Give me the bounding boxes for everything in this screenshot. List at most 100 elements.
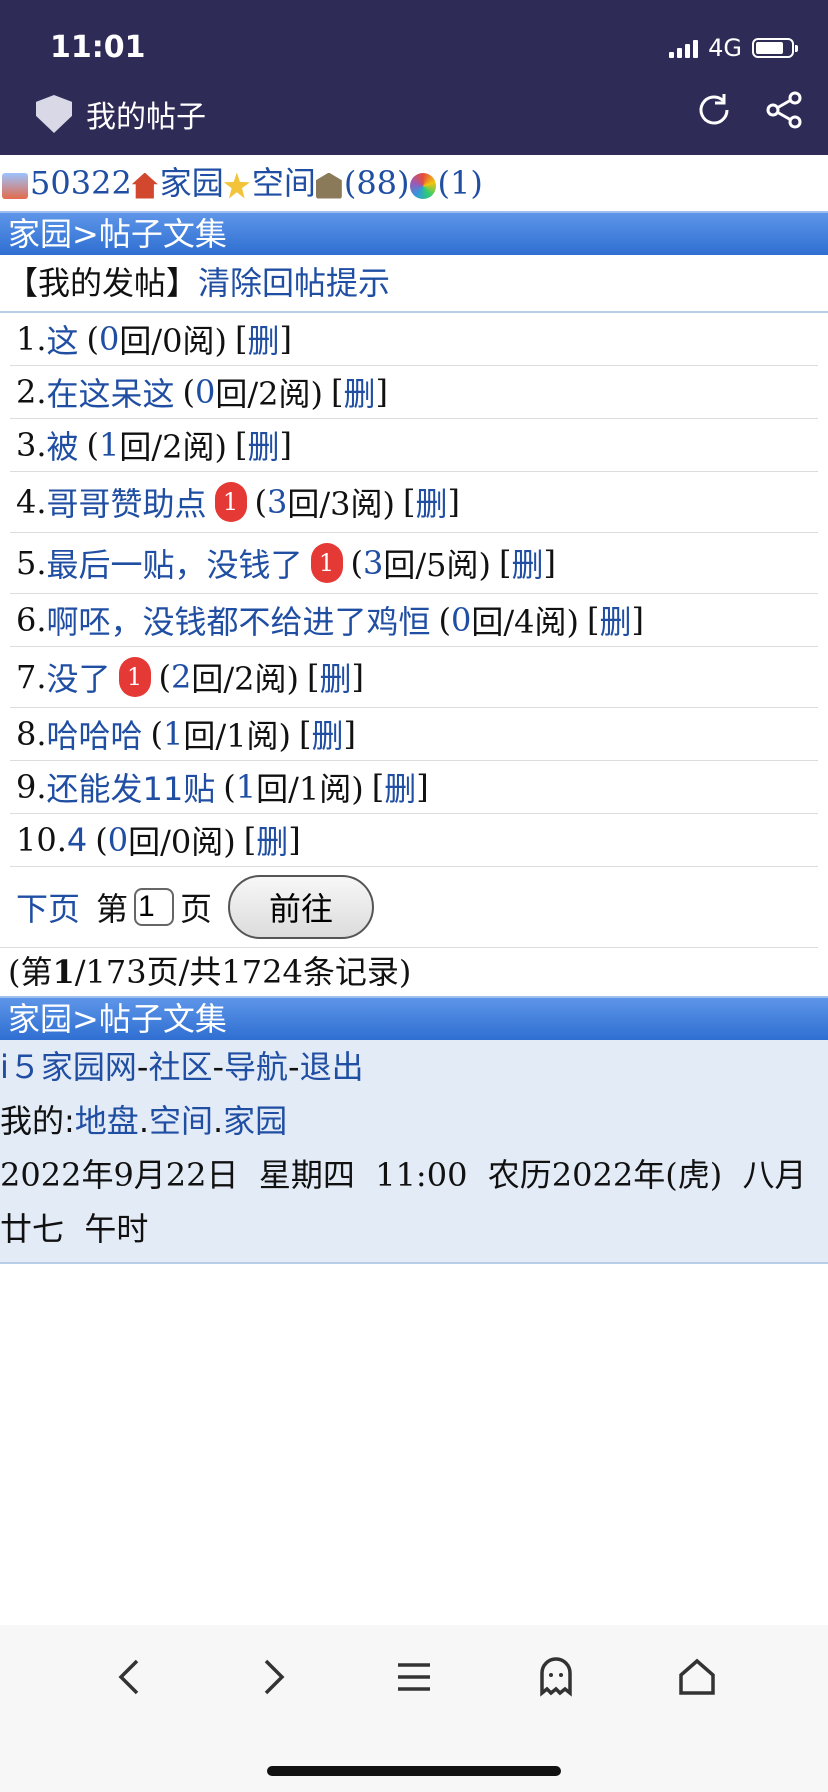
breadcrumb: 家园>帖子文集 [0,211,828,255]
post-title-link[interactable]: 没了 [47,654,111,700]
post-stats: 回/4阅) [471,603,580,641]
delete-post-link[interactable]: 删 [256,817,288,863]
delete-close: ] [447,483,461,521]
post-title-link[interactable]: 这 [47,316,79,362]
post-title-link[interactable]: 4 [67,821,87,859]
post-replies-link[interactable]: 3 [267,483,287,521]
my-posts-header: 【我的发帖】清除回帖提示 [0,255,828,313]
clear-reply-notice-link[interactable]: 清除回帖提示 [198,264,390,302]
user-id-link[interactable]: 50322 [30,164,132,202]
post-index: 3. [16,426,47,464]
page-content: 50322 家园 空间 (88) (1) 家园>帖子文集 【我的发帖】清除回帖提示 1.… [0,155,828,1264]
footer-nav: i５家园网-社区-导航-退出 [0,1048,364,1086]
post-replies-link[interactable]: 0 [451,601,471,639]
post-title-link[interactable]: 哈哈哈 [47,711,143,757]
community-link[interactable]: 社区 [148,1048,212,1086]
post-title-link[interactable]: 在这呆这 [47,369,175,415]
post-index: 5. [16,544,47,582]
my-home-link[interactable]: 家园 [223,1102,287,1140]
post-stats-open: ( [95,821,108,859]
delete-open: [ [299,715,312,753]
site-link[interactable]: i５家园网 [0,1048,137,1086]
delete-post-link[interactable]: 删 [344,369,376,415]
post-replies-link[interactable]: 0 [99,320,119,358]
post-replies-link[interactable]: 1 [236,768,256,806]
home-icon[interactable] [673,1653,721,1701]
next-page-link[interactable]: 下页 [16,884,80,930]
space-link[interactable]: 空间 [252,164,316,202]
delete-post-link[interactable]: 删 [312,711,344,757]
delete-close: ] [288,821,301,859]
building-icon [315,172,342,199]
new-reply-badge: 1 [118,657,151,697]
post-stats-open: ( [158,658,172,696]
post-replies-link[interactable]: 1 [163,715,183,753]
post-row: 6. 啊呸，没钱都不给进了鸡恒(0 回/4阅)[删] [10,594,818,647]
delete-close: ] [351,658,365,696]
post-index: 4. [16,483,47,521]
house-icon [131,172,158,199]
share-icon[interactable] [764,90,804,130]
post-replies-link[interactable]: 1 [99,426,119,464]
delete-close: ] [375,373,389,411]
post-stats-open: ( [438,601,452,639]
post-stats: 回/0阅) [128,823,236,861]
post-title-link[interactable]: 还能发11贴 [47,764,216,810]
delete-post-link[interactable]: 删 [384,764,416,810]
post-row: 9. 还能发11贴(1 回/1阅)[删] [10,761,818,814]
count-1-link[interactable]: (1) [438,164,483,202]
count-88-link[interactable]: (88) [344,164,410,202]
delete-close: ] [416,768,429,806]
home-indicator [267,1766,561,1776]
delete-open: [ [371,768,385,806]
post-stats: 回/0阅) [119,322,228,360]
delete-close: ] [279,320,293,358]
delete-post-link[interactable]: 删 [512,540,544,586]
post-row: 7. 没了 1(2 回/2阅)[删] [10,647,818,708]
refresh-icon[interactable] [694,90,734,130]
go-button[interactable]: 前往 [228,875,375,939]
post-stats-open: ( [86,426,100,464]
home-link[interactable]: 家园 [160,164,224,202]
post-replies-link[interactable]: 0 [195,373,215,411]
new-reply-badge: 1 [214,482,247,522]
logout-link[interactable]: 退出 [300,1048,364,1086]
post-title-link[interactable]: 被 [47,422,79,468]
back-icon[interactable] [107,1653,155,1701]
delete-post-link[interactable]: 删 [416,479,448,525]
status-time: 11:01 [50,30,146,65]
post-stats: 回/2阅) [119,428,228,466]
post-title-link[interactable]: 啊呸，没钱都不给进了鸡恒 [47,597,431,643]
territory-link[interactable]: 地盘 [75,1102,139,1140]
post-stats-open: ( [86,320,100,358]
delete-post-link[interactable]: 删 [248,316,280,362]
post-replies-link[interactable]: 0 [108,821,128,859]
star-icon [223,172,250,199]
forward-icon[interactable] [248,1653,296,1701]
delete-open: [ [403,483,416,521]
summary-rest: /173页/共1724条记录) [74,953,412,991]
post-title-link[interactable]: 最后一贴，没钱了 [47,540,303,586]
menu-icon[interactable] [390,1653,438,1701]
ghost-tabs-icon[interactable] [532,1653,580,1701]
post-replies-link[interactable]: 3 [363,544,383,582]
page-number-input[interactable] [134,888,175,926]
page-title: 我的帖子 [86,100,206,135]
delete-post-link[interactable]: 删 [600,597,632,643]
post-row: 8. 哈哈哈(1 回/1阅)[删] [10,708,818,761]
delete-post-link[interactable]: 删 [248,422,280,468]
navigation-link[interactable]: 导航 [224,1048,288,1086]
delete-close: ] [279,426,293,464]
post-replies-link[interactable]: 2 [171,658,191,696]
post-title-link[interactable]: 哥哥赞助点 [47,479,207,525]
post-row: 2. 在这呆这(0 回/2阅)[删] [10,366,818,419]
post-stats-open: ( [254,483,268,521]
my-space-link[interactable]: 空间 [149,1102,213,1140]
record-summary: (第1/173页/共1724条记录) [0,948,828,996]
post-index: 10. [16,821,67,859]
post-list: 1. 这(0 回/0阅)[删] 2. 在这呆这(0 回/2阅)[删] 3. 被(1 回/2阅)[… [0,313,828,867]
page-suffix: 页 [180,890,213,928]
post-index: 1. [16,320,47,358]
footer-my: 我的:地盘.空间.家园 [0,1102,288,1140]
delete-post-link[interactable]: 删 [320,654,352,700]
